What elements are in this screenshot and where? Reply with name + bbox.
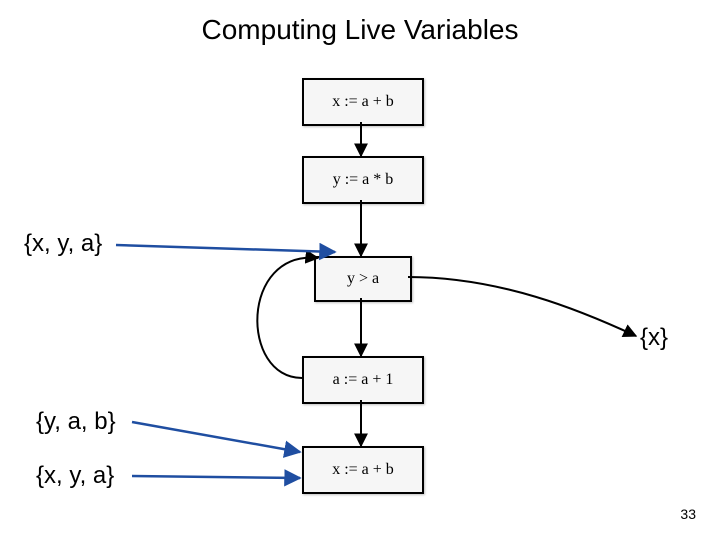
live-set-b5-lower: {x, y, a}	[36, 462, 114, 490]
live-set-right-branch: {x}	[640, 324, 668, 352]
arrow-annot-a3	[132, 476, 300, 478]
block-b4: a := a + 1	[302, 356, 424, 404]
arrow-annot-a1	[116, 245, 335, 252]
page-number: 33	[680, 506, 696, 522]
edge-b3-right	[408, 277, 636, 336]
block-b3-condition: y > a	[314, 256, 412, 302]
block-b2: y := a * b	[302, 156, 424, 204]
live-set-b5-upper: {y, a, b}	[36, 408, 116, 436]
live-set-b3-in: {x, y, a}	[24, 230, 102, 258]
block-b5: x := a + b	[302, 446, 424, 494]
arrow-annot-a2	[132, 422, 300, 452]
page-title: Computing Live Variables	[0, 14, 720, 46]
block-b1: x := a + b	[302, 78, 424, 126]
